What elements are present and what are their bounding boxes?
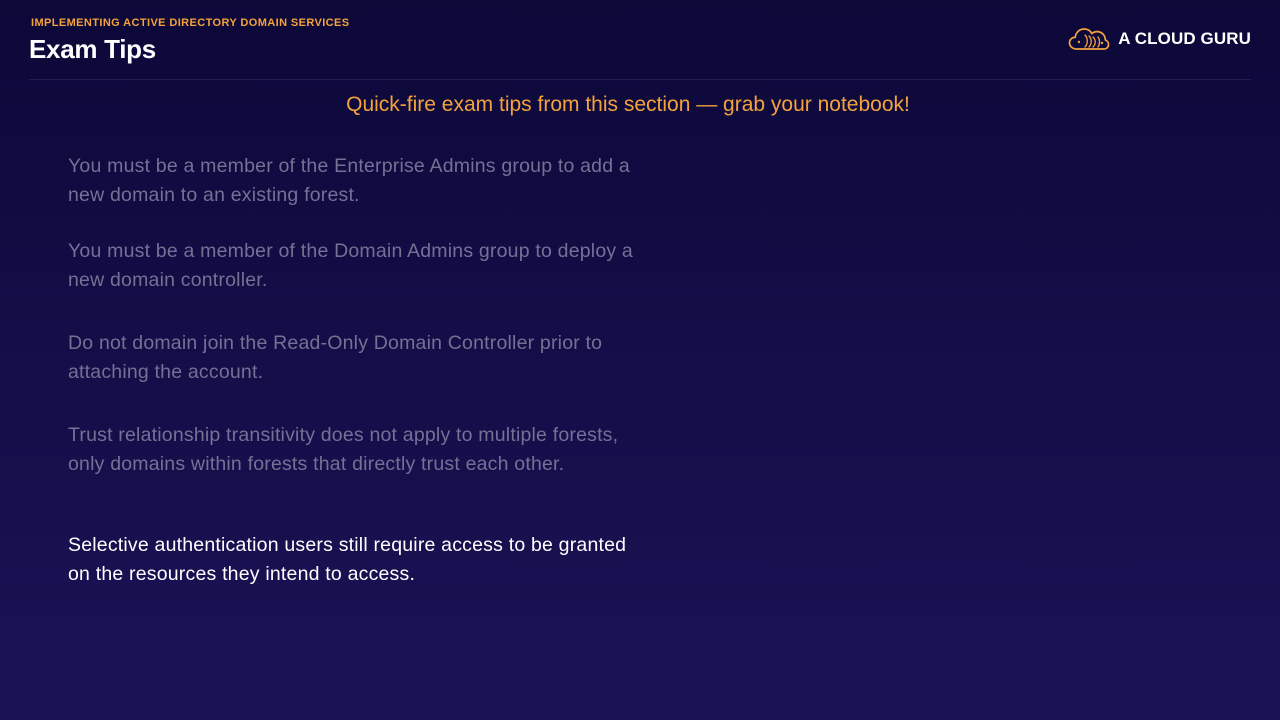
brand-name: A CLOUD GURU bbox=[1118, 29, 1251, 48]
tip-domain-admins: You must be a member of the Domain Admin… bbox=[68, 240, 633, 291]
brand-logo: A CLOUD GURU bbox=[1068, 26, 1251, 52]
tip-enterprise-admins: You must be a member of the Enterprise A… bbox=[68, 155, 630, 206]
tip-selective-authentication: Selective authentication users still req… bbox=[68, 534, 627, 585]
page-title: Exam Tips bbox=[29, 34, 156, 64]
slide-subtitle: Quick-fire exam tips from this section —… bbox=[346, 93, 910, 116]
cloud-logo-icon bbox=[1068, 28, 1110, 50]
header-divider bbox=[29, 79, 1251, 80]
section-kicker: IMPLEMENTING ACTIVE DIRECTORY DOMAIN SER… bbox=[31, 17, 350, 29]
tip-trust-transitivity: Trust relationship transitivity does not… bbox=[68, 424, 619, 475]
tip-rodc-join: Do not domain join the Read-Only Domain … bbox=[68, 332, 603, 383]
